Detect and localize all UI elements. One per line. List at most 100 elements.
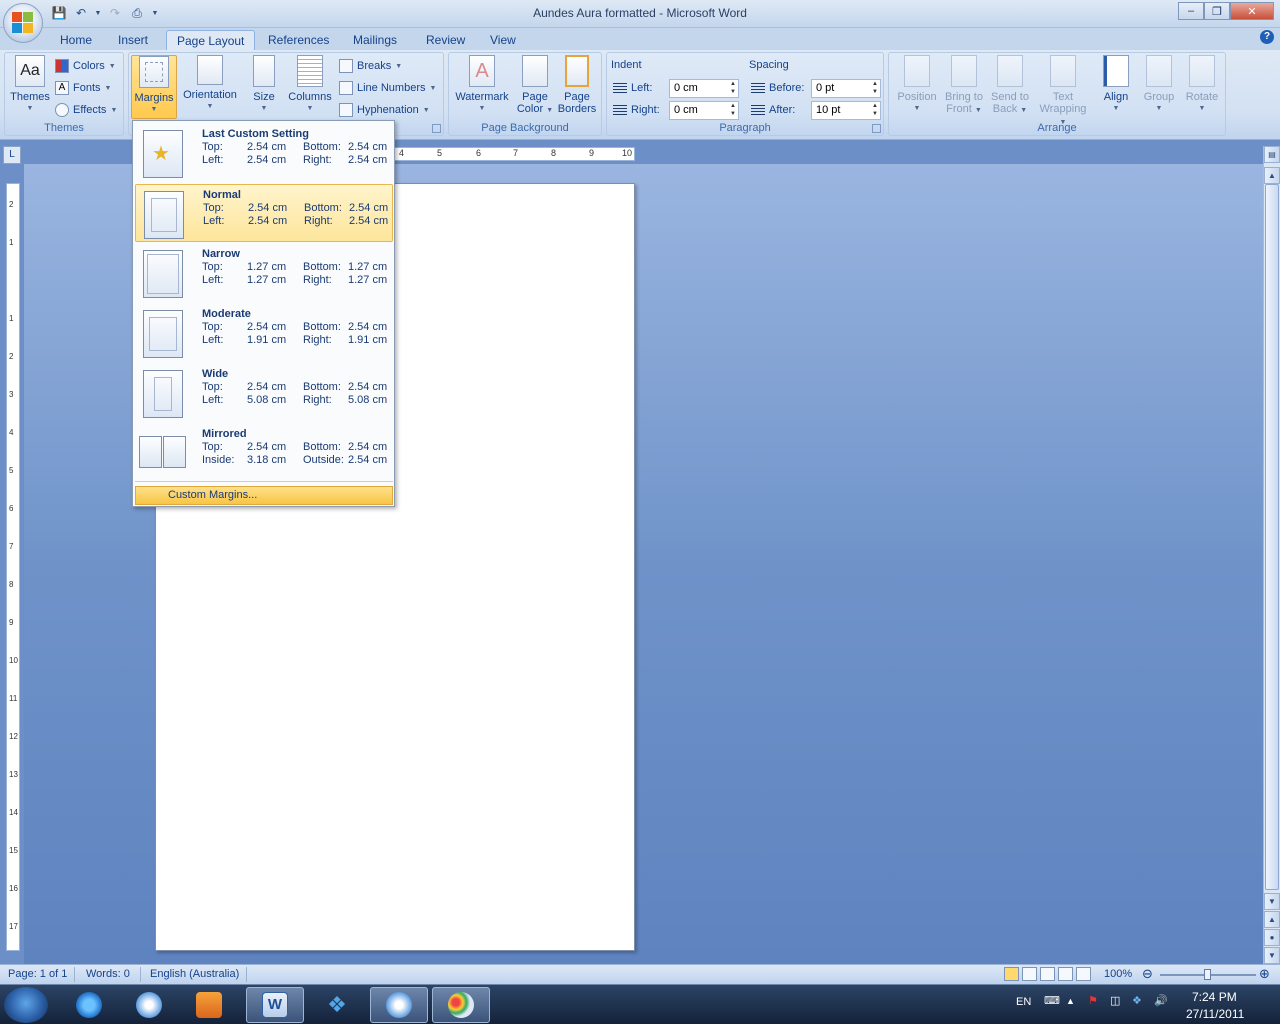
select-browse-object-icon[interactable]: ● bbox=[1264, 929, 1280, 946]
window-controls: – ❐ ✕ bbox=[1178, 2, 1274, 20]
hyphenation-button[interactable]: Hyphenation ▼ bbox=[339, 101, 430, 119]
fonts-label: Fonts bbox=[73, 82, 101, 94]
show-hidden-icons-icon[interactable]: ▲ bbox=[1066, 996, 1075, 1006]
margin-option-last-custom[interactable]: ★ Last Custom Setting Top: 2.54 cm Botto… bbox=[135, 124, 393, 182]
view-ruler-icon[interactable]: ▤ bbox=[1264, 146, 1280, 163]
tab-mailings[interactable]: Mailings bbox=[343, 30, 407, 50]
clock-date[interactable]: 27/11/2011 bbox=[1186, 1007, 1244, 1021]
spinner-icon[interactable]: ▲ ▼ bbox=[870, 102, 880, 119]
margin-label: Top: bbox=[202, 381, 223, 393]
columns-button[interactable]: Columns ▼ bbox=[285, 55, 335, 115]
web-layout-icon[interactable] bbox=[1040, 967, 1055, 981]
draft-icon[interactable] bbox=[1076, 967, 1091, 981]
spinner-icon[interactable]: ▲ ▼ bbox=[870, 80, 880, 97]
start-button[interactable] bbox=[4, 987, 48, 1023]
action-center-icon[interactable]: ⚑ bbox=[1088, 994, 1098, 1007]
ruler-number: 12 bbox=[9, 732, 18, 741]
watermark-button[interactable]: A Watermark ▼ bbox=[451, 55, 513, 115]
zoom-in-icon[interactable]: ⊕ bbox=[1259, 966, 1270, 982]
next-page-icon[interactable]: ▼ bbox=[1264, 947, 1280, 964]
vertical-ruler[interactable]: 2 1 1 2 3 4 5 6 7 8 9 10 11 12 13 14 15 … bbox=[6, 183, 20, 951]
tab-insert[interactable]: Insert bbox=[108, 30, 158, 50]
colors-icon bbox=[55, 59, 69, 73]
indent-right-field[interactable]: 0 cm ▲ ▼ bbox=[669, 101, 739, 120]
spacing-before-field[interactable]: 0 pt ▲ ▼ bbox=[811, 79, 881, 98]
indent-left-field[interactable]: 0 cm ▲ ▼ bbox=[669, 79, 739, 98]
outline-icon[interactable] bbox=[1058, 967, 1073, 981]
effects-button[interactable]: Effects ▼ bbox=[55, 101, 117, 119]
breaks-button[interactable]: Breaks ▼ bbox=[339, 57, 402, 75]
clock-time[interactable]: 7:24 PM bbox=[1192, 990, 1237, 1004]
orientation-button[interactable]: Orientation ▼ bbox=[179, 55, 241, 113]
zoom-out-icon[interactable]: ⊖ bbox=[1142, 966, 1153, 982]
size-button[interactable]: Size ▼ bbox=[247, 55, 281, 115]
language-bar[interactable]: EN bbox=[1016, 996, 1031, 1008]
close-button[interactable]: ✕ bbox=[1230, 2, 1274, 20]
custom-margins-button[interactable]: Custom Margins... bbox=[135, 486, 393, 505]
scroll-down-icon[interactable]: ▼ bbox=[1264, 893, 1280, 910]
colors-button[interactable]: Colors ▼ bbox=[55, 57, 116, 75]
rotate-button[interactable]: Rotate ▼ bbox=[1181, 55, 1223, 115]
text-wrapping-button[interactable]: Text Wrapping ▼ bbox=[1035, 55, 1091, 129]
minimize-button[interactable]: – bbox=[1178, 2, 1204, 20]
tab-selector[interactable]: L bbox=[3, 146, 21, 164]
taskbar-dropbox[interactable]: ❖ bbox=[308, 987, 366, 1023]
restore-button[interactable]: ❐ bbox=[1204, 2, 1230, 20]
align-button[interactable]: Align ▼ bbox=[1097, 55, 1135, 115]
taskbar-ie[interactable] bbox=[60, 987, 118, 1023]
position-button[interactable]: Position ▼ bbox=[893, 55, 941, 115]
taskbar-safari-2[interactable] bbox=[370, 987, 428, 1023]
full-screen-reading-icon[interactable] bbox=[1022, 967, 1037, 981]
margin-option-mirrored[interactable]: Mirrored Top: 2.54 cm Bottom: 2.54 cm In… bbox=[135, 424, 393, 482]
taskbar-word[interactable]: W bbox=[246, 987, 304, 1023]
scroll-up-icon[interactable]: ▲ bbox=[1264, 167, 1280, 184]
page-count[interactable]: Page: 1 of 1 bbox=[8, 968, 67, 980]
volume-icon[interactable]: 🔊 bbox=[1154, 994, 1168, 1007]
keyboard-icon[interactable]: ⌨ bbox=[1044, 994, 1060, 1007]
fonts-button[interactable]: A Fonts ▼ bbox=[55, 79, 111, 97]
margin-option-narrow[interactable]: Narrow Top: 1.27 cm Bottom: 1.27 cm Left… bbox=[135, 244, 393, 302]
themes-button[interactable]: Aa Themes ▼ bbox=[9, 55, 51, 115]
tab-references[interactable]: References bbox=[258, 30, 339, 50]
margin-option-moderate[interactable]: Moderate Top: 2.54 cm Bottom: 2.54 cm Le… bbox=[135, 304, 393, 362]
line-numbers-button[interactable]: Line Numbers ▼ bbox=[339, 79, 436, 97]
tab-view[interactable]: View bbox=[480, 30, 526, 50]
zoom-slider-thumb[interactable] bbox=[1204, 969, 1211, 980]
page-borders-button[interactable]: Page Borders bbox=[555, 55, 599, 115]
margin-option-wide[interactable]: Wide Top: 2.54 cm Bottom: 2.54 cm Left: … bbox=[135, 364, 393, 422]
spinner-icon[interactable]: ▲ ▼ bbox=[728, 80, 738, 97]
tab-home[interactable]: Home bbox=[50, 30, 102, 50]
spinner-icon[interactable]: ▲ ▼ bbox=[728, 102, 738, 119]
margins-button[interactable]: Margins ▼ bbox=[131, 55, 177, 119]
page-setup-launcher-icon[interactable] bbox=[432, 124, 441, 133]
taskbar-media-player[interactable] bbox=[180, 987, 238, 1023]
send-to-back-button[interactable]: Send to Back ▼ bbox=[987, 55, 1033, 117]
spacing-after-field[interactable]: 10 pt ▲ ▼ bbox=[811, 101, 881, 120]
help-icon[interactable]: ? bbox=[1260, 30, 1274, 44]
margin-value: 2.54 cm bbox=[349, 202, 389, 214]
text-wrapping-icon bbox=[1050, 55, 1076, 87]
paragraph-launcher-icon[interactable] bbox=[872, 124, 881, 133]
language-indicator[interactable]: English (Australia) bbox=[150, 968, 239, 980]
dropbox-tray-icon[interactable]: ❖ bbox=[1132, 994, 1142, 1007]
margins-icon bbox=[139, 56, 169, 88]
position-label: Position bbox=[897, 91, 937, 103]
previous-page-icon[interactable]: ▲ bbox=[1264, 911, 1280, 928]
network-icon[interactable]: ◫ bbox=[1110, 994, 1120, 1007]
tab-review[interactable]: Review bbox=[416, 30, 475, 50]
print-layout-icon[interactable] bbox=[1004, 967, 1019, 981]
bring-to-front-button[interactable]: Bring to Front ▼ bbox=[941, 55, 987, 117]
tab-page-layout[interactable]: Page Layout bbox=[166, 30, 256, 50]
group-button[interactable]: Group ▼ bbox=[1139, 55, 1179, 115]
zoom-level[interactable]: 100% bbox=[1104, 968, 1132, 980]
scroll-thumb[interactable] bbox=[1265, 184, 1279, 890]
word-count[interactable]: Words: 0 bbox=[86, 968, 130, 980]
page-color-button[interactable]: Page Color ▼ bbox=[515, 55, 555, 117]
vertical-scrollbar[interactable]: ▤ ▲ ▼ ▲ ● ▼ bbox=[1263, 146, 1280, 964]
margin-option-normal[interactable]: Normal Top: 2.54 cm Bottom: 2.54 cm Left… bbox=[135, 184, 393, 242]
office-button[interactable] bbox=[3, 3, 43, 43]
dropbox-icon: ❖ bbox=[327, 992, 347, 1017]
taskbar-paint[interactable] bbox=[432, 987, 490, 1023]
chevron-down-icon: ▼ bbox=[1155, 105, 1163, 112]
taskbar-safari[interactable] bbox=[120, 987, 178, 1023]
